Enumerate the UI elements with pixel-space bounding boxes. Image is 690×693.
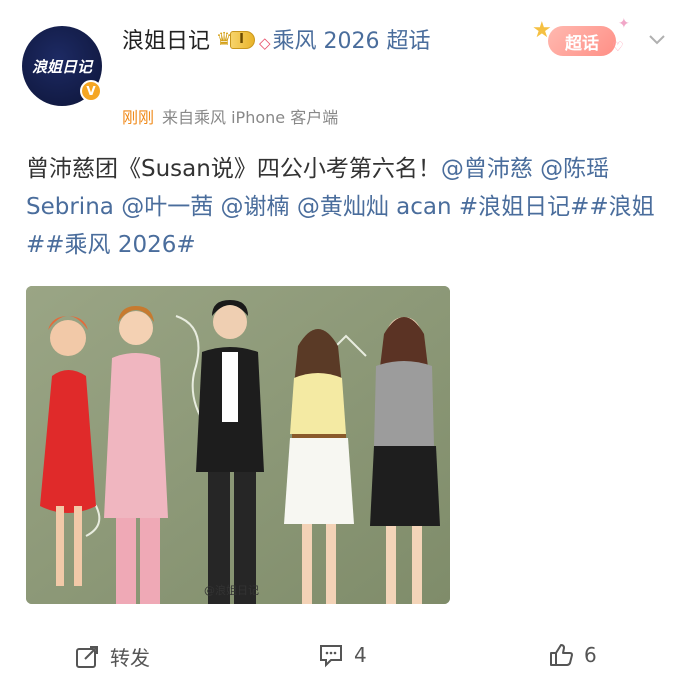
post-header: 浪姐日记 V 浪姐日记 ♛ I ◇乘风 2026 超话 刚刚 来自乘风 iPhone 客…	[0, 0, 690, 140]
avatar-label: 浪姐日记	[31, 57, 92, 76]
sparkle-icon: ✦	[618, 16, 630, 32]
chaohua-label: 超话	[548, 26, 616, 56]
topic-link[interactable]: 乘风 2026 超话	[273, 29, 431, 54]
mention-link[interactable]: @黄灿灿 acan	[297, 194, 452, 220]
post-time: 刚刚	[122, 108, 155, 127]
repost-label: 转发	[110, 646, 150, 670]
share-icon	[74, 644, 100, 670]
verified-badge-icon: V	[80, 80, 102, 102]
post-meta: 刚刚 来自乘风 iPhone 客户端	[122, 104, 338, 128]
comment-count: 4	[354, 643, 367, 667]
post-source: 来自乘风 iPhone 客户端	[162, 108, 339, 127]
author-line: 浪姐日记 ♛ I ◇乘风 2026 超话	[122, 26, 492, 59]
chevron-down-icon[interactable]	[646, 28, 668, 50]
post-image[interactable]: @浪姐日记	[26, 286, 450, 604]
hashtag-link[interactable]: #乘风 2026#	[45, 232, 195, 258]
post-text-segment	[452, 194, 459, 220]
thumbs-up-icon	[548, 642, 574, 668]
hashtag-link[interactable]: #浪姐日记#	[459, 194, 590, 220]
chaohua-button[interactable]: ★ 超话 ✦ ♡	[530, 16, 630, 62]
level-label: I	[230, 31, 255, 49]
image-watermark: @浪姐日记	[204, 584, 259, 597]
post-text-segment	[290, 194, 297, 220]
group-photo	[26, 286, 450, 604]
action-bar: 转发 4 6	[0, 630, 690, 682]
mention-link[interactable]: @谢楠	[221, 194, 290, 220]
comment-icon	[318, 642, 344, 668]
mention-link[interactable]: @曾沛慈	[441, 156, 533, 182]
author-name[interactable]: 浪姐日记	[122, 29, 210, 54]
comment-button[interactable]: 4	[318, 642, 367, 668]
repost-button[interactable]: 转发	[74, 642, 150, 671]
post-text-segment: 曾沛慈团《Susan说》四公小考第六名！	[26, 156, 441, 182]
mention-link[interactable]: @叶一茜	[121, 194, 213, 220]
level-badge[interactable]: ♛ I	[216, 29, 255, 51]
heart-icon: ♡	[612, 40, 624, 55]
like-count: 6	[584, 643, 597, 667]
like-button[interactable]: 6	[548, 642, 597, 668]
post-body: 曾沛慈团《Susan说》四公小考第六名！@曾沛慈 @陈瑶 Sebrina @叶一…	[26, 150, 666, 264]
diamond-icon: ◇	[259, 34, 271, 52]
post-text-segment	[213, 194, 220, 220]
